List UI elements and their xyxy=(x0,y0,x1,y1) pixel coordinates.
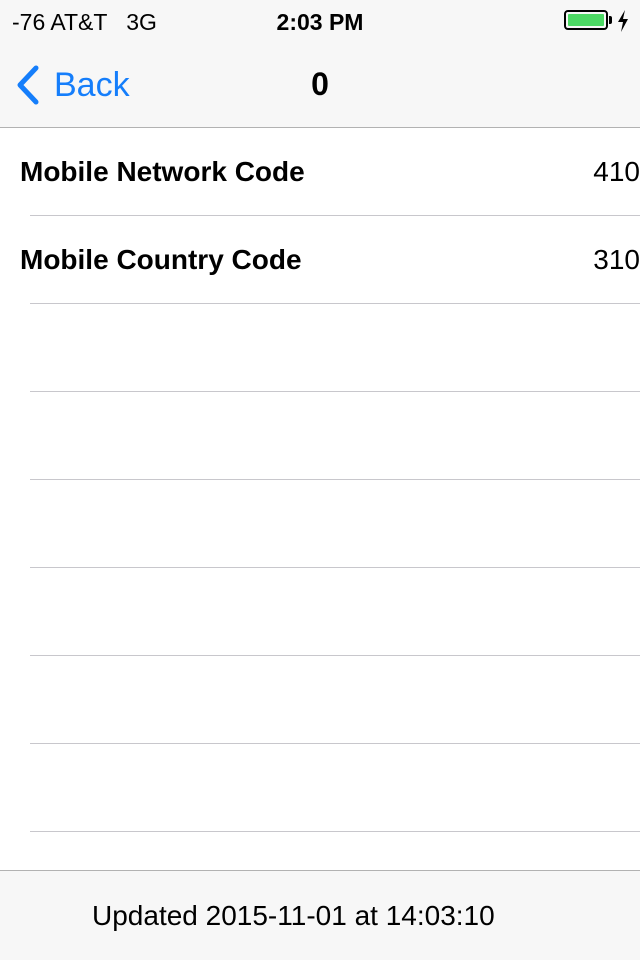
table-row: Mobile Country Code 310 xyxy=(20,216,640,304)
screen: -76 AT&T 3G 2:03 PM Back 0 Mobile Networ… xyxy=(0,0,640,960)
page-title: 0 xyxy=(311,66,329,102)
table-row xyxy=(30,392,640,480)
row-value: 410 xyxy=(593,156,640,187)
updated-timestamp: Updated 2015-11-01 at 14:03:10 xyxy=(92,900,495,931)
row-label: Mobile Country Code xyxy=(20,244,302,275)
bottom-toolbar: Updated 2015-11-01 at 14:03:10 xyxy=(0,870,640,960)
row-label: Mobile Network Code xyxy=(20,156,305,187)
table-row: Mobile Network Code 410 xyxy=(20,128,640,216)
table-row xyxy=(30,656,640,744)
table-row xyxy=(30,744,640,832)
status-time: 2:03 PM xyxy=(276,9,364,35)
top-bar: -76 AT&T 3G 2:03 PM Back 0 xyxy=(0,0,640,128)
info-table: Mobile Network Code 410 Mobile Country C… xyxy=(0,128,640,870)
table-row xyxy=(30,304,640,392)
table-row xyxy=(30,480,640,568)
bolt-icon xyxy=(618,10,628,32)
battery-level xyxy=(568,14,604,26)
battery-icon xyxy=(564,10,608,30)
table-row xyxy=(30,568,640,656)
battery-tip xyxy=(609,16,612,24)
row-value: 310 xyxy=(593,244,640,275)
